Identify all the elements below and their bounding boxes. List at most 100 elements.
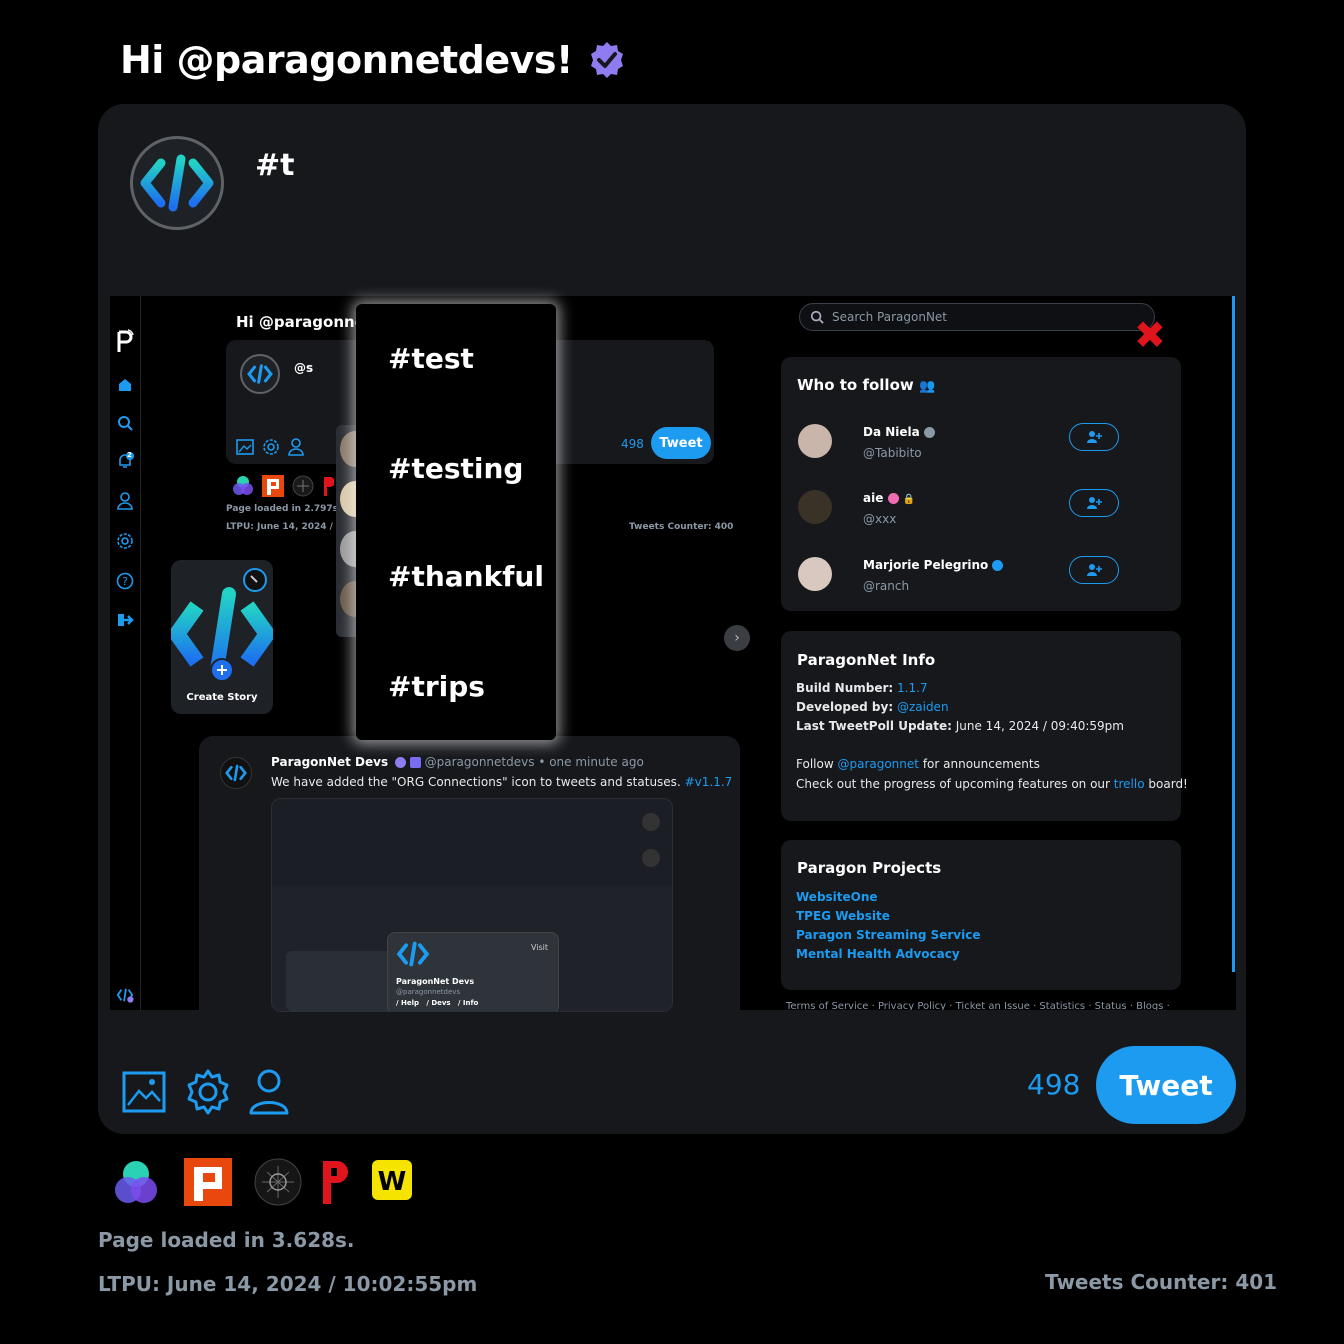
verified-badge-icon [394, 757, 406, 768]
scrollbar[interactable] [1232, 296, 1235, 972]
svg-text:?: ? [122, 575, 128, 588]
user-avatar [798, 490, 832, 524]
post-author: ParagonNet Devs [271, 755, 389, 769]
user-avatar [798, 424, 832, 458]
p-box-logo-icon [262, 475, 284, 497]
add-user-icon [1087, 431, 1102, 443]
post-tag: #v1.1.7 [684, 775, 733, 789]
story-ring-icon [243, 568, 267, 592]
who-to-follow-card [781, 357, 1181, 611]
logout-icon[interactable] [116, 611, 134, 629]
who-to-follow-title: Who to follow 👥 [797, 376, 935, 394]
project-link: TPEG Website [796, 909, 890, 923]
search-placeholder: Search ParagonNet [832, 310, 948, 324]
search-icon [810, 310, 824, 324]
profile-avatar[interactable] [130, 136, 224, 230]
image-upload-button[interactable] [120, 1068, 168, 1116]
gear-icon [187, 1069, 229, 1115]
inner-compose-tools [236, 438, 304, 456]
trello-link: trello [1113, 777, 1145, 791]
inner-footer-links: Terms of Service · Privacy Policy · Tick… [786, 1001, 1170, 1010]
compose-input[interactable]: #t [255, 148, 294, 183]
post-media: Visit ParagonNet Devs @paragonnetdevs / … [271, 798, 673, 1012]
tweet-button[interactable]: Tweet [1096, 1046, 1236, 1124]
org-badge-icon [409, 757, 421, 768]
image-icon [236, 439, 254, 455]
page-loaded-time: Page loaded in 3.628s. [98, 1228, 355, 1252]
post-handle: @paragonnetdevs [424, 755, 535, 769]
follow-pre: Follow [796, 757, 834, 771]
ltpu-timestamp: LTPU: June 14, 2024 / 10:02:55pm [98, 1272, 478, 1296]
suggestion-item[interactable]: #testing [388, 452, 523, 485]
create-story-label: Create Story [186, 692, 258, 703]
code-logo-icon [247, 364, 273, 384]
profile-icon[interactable] [116, 492, 134, 510]
venn-logo-icon [233, 476, 253, 495]
mini-logo-icon [116, 986, 134, 1004]
post-body: We have added the "ORG Connections" icon… [271, 775, 732, 789]
user-name-text: Marjorie Pelegrino [863, 558, 989, 572]
search-icon[interactable] [116, 414, 134, 432]
update-label: Last TweetPoll Update: [796, 719, 952, 733]
user-handle: @xxx [863, 512, 897, 526]
circuit-logo-icon[interactable] [254, 1158, 302, 1206]
inner-ltpu: LTPU: June 14, 2024 / 09: [226, 522, 353, 532]
page-greeting: Hi @paragonnetdevs! [120, 38, 627, 82]
user-name-text: aie [863, 491, 884, 505]
paragon-logo-icon [116, 329, 134, 352]
help-icon[interactable]: ? [116, 572, 134, 590]
tweets-counter: Tweets Counter: 401 [1045, 1270, 1278, 1294]
bell-icon[interactable]: 2 [116, 451, 134, 470]
inner-compose-text: @s [294, 361, 314, 375]
build-label: Build Number: [796, 681, 894, 695]
inner-sidebar: 2 ? [110, 296, 141, 1010]
settings-button[interactable] [184, 1068, 232, 1116]
dev-value: @zaiden [896, 700, 949, 714]
w-logo-icon[interactable]: W [372, 1160, 412, 1200]
add-user-icon [1087, 497, 1102, 509]
inner-tweets-counter: Tweets Counter: 400 [629, 522, 734, 532]
settings-icon[interactable] [116, 532, 134, 550]
user-handle: @ranch [863, 579, 910, 593]
home-icon[interactable] [116, 376, 134, 394]
add-user-icon [1087, 564, 1102, 576]
post-time: • one minute ago [538, 755, 644, 769]
red-p-logo-icon [324, 477, 334, 496]
greeting-text: Hi @paragonnetdevs! [120, 38, 573, 82]
gear-icon [263, 439, 279, 455]
verified-badge-icon [923, 427, 935, 438]
inner-search-bar: Search ParagonNet [799, 303, 1155, 331]
red-p-logo-icon[interactable] [320, 1158, 348, 1206]
follow-handle: @paragonnet [837, 757, 919, 771]
last-update: Last TweetPoll Update: June 14, 2024 / 0… [796, 719, 1124, 733]
info-title: ParagonNet Info [797, 651, 936, 669]
user-name: Da Niela [863, 425, 935, 439]
user-name-text: Da Niela [863, 425, 920, 439]
project-link: WebsiteOne [796, 890, 878, 904]
post-text: We have added the "ORG Connections" icon… [271, 775, 681, 789]
suggestion-item[interactable]: #thankful [388, 560, 544, 593]
user-name: aie 🔒 [863, 491, 915, 505]
chevron-right-icon: › [724, 625, 750, 651]
media-handle: @paragonnetdevs [396, 988, 461, 996]
venn-logo-icon[interactable] [112, 1158, 160, 1206]
dev-label: Developed by: [796, 700, 894, 714]
build-value: 1.1.7 [897, 681, 928, 695]
verified-badge-icon [887, 493, 899, 504]
mention-user-button[interactable] [245, 1068, 293, 1116]
user-handle: @Tabibito [863, 446, 922, 460]
post-header: ParagonNet Devs @paragonnetdevs • one mi… [271, 755, 644, 769]
inner-tweet-button: Tweet [651, 427, 711, 459]
suggestion-item[interactable]: #test [388, 342, 474, 375]
notification-count: 2 [127, 451, 132, 459]
code-logo-icon [171, 587, 273, 682]
update-value: June 14, 2024 / 09:40:59pm [955, 719, 1124, 733]
p-box-logo-icon[interactable] [184, 1158, 232, 1206]
suggestion-item[interactable]: #trips [388, 670, 485, 703]
verified-badge-icon [590, 42, 623, 78]
user-name: Marjorie Pelegrino [863, 558, 1004, 572]
media-links: / Help / Devs / Info [396, 999, 479, 1007]
media-name: ParagonNet Devs [396, 977, 475, 986]
close-icon[interactable]: ✖ [1134, 316, 1166, 354]
inner-badges [232, 475, 334, 497]
